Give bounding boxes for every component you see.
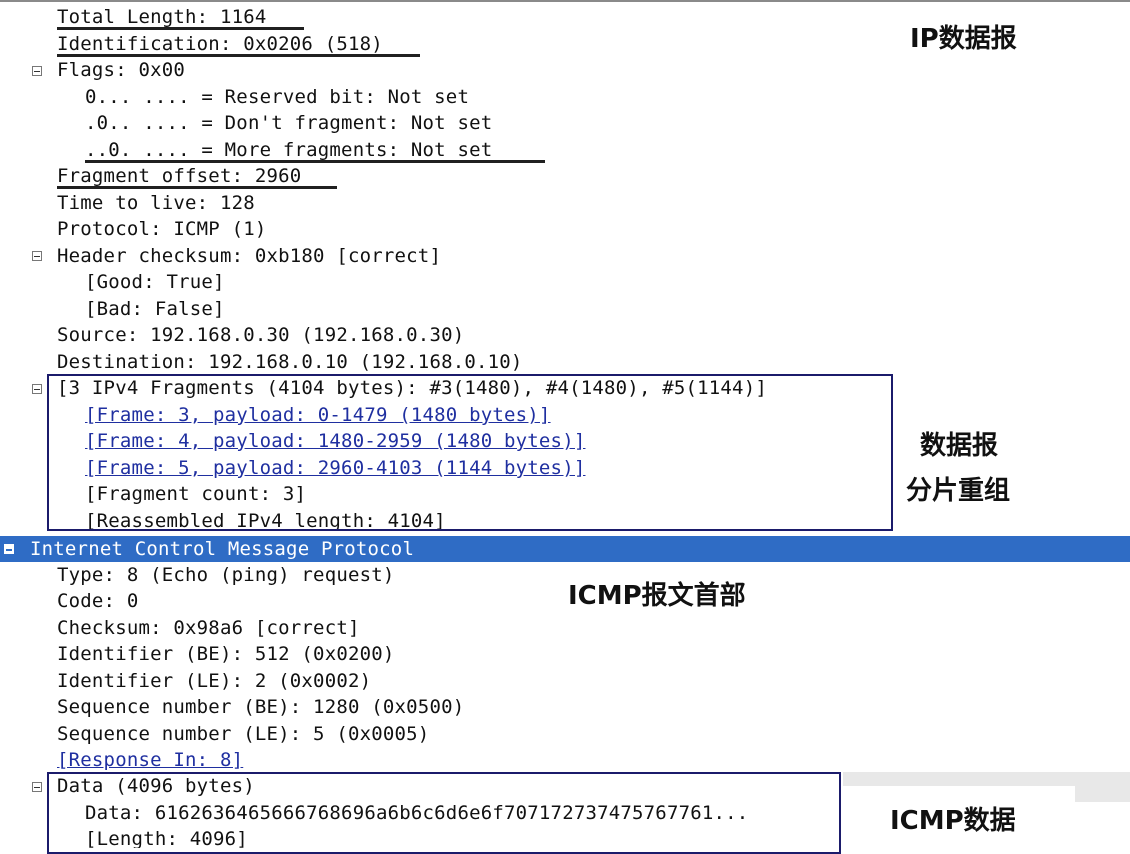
icmp-identifier-be[interactable]: Identifier (BE): 512 (0x0200) [57, 641, 395, 668]
icmp-protocol-label: Internet Control Message Protocol [30, 538, 415, 560]
icmp-sequence-le[interactable]: Sequence number (LE): 5 (0x0005) [57, 721, 429, 748]
underline-more-fragments [85, 160, 545, 163]
flag-dont-fragment[interactable]: .0.. .... = Don't fragment: Not set [85, 110, 492, 137]
flag-reserved-bit[interactable]: 0... .... = Reserved bit: Not set [85, 84, 469, 111]
fragments-collapse-icon[interactable] [32, 384, 42, 394]
icmp-identifier-le[interactable]: Identifier (LE): 2 (0x0002) [57, 668, 371, 695]
annotation-icmp-header: ICMP报文首部 [568, 581, 746, 611]
annotation-reassembly-line1: 数据报 [920, 431, 999, 461]
annotation-icmp-data: ICMP数据 [890, 806, 1016, 836]
ip-time-to-live[interactable]: Time to live: 128 [57, 190, 255, 217]
flags-collapse-icon[interactable] [32, 66, 42, 76]
data-collapse-icon[interactable] [32, 782, 42, 792]
underline-total-length [57, 27, 304, 30]
ip-protocol[interactable]: Protocol: ICMP (1) [57, 216, 267, 243]
response-in-link[interactable]: [Response In: 8] [57, 747, 243, 774]
checksum-bad[interactable]: [Bad: False] [85, 296, 225, 323]
checksum-collapse-icon[interactable] [32, 251, 42, 261]
underline-fragment-offset [57, 186, 337, 189]
icmp-checksum[interactable]: Checksum: 0x98a6 [correct] [57, 615, 360, 642]
icmp-type[interactable]: Type: 8 (Echo (ping) request) [57, 562, 395, 589]
underline-identification [57, 54, 420, 57]
icmp-collapse-icon[interactable] [4, 544, 14, 554]
annotation-ip-datagram: IP数据报 [910, 24, 1017, 54]
reassembly-highlight-box [47, 374, 893, 531]
icmp-protocol-row[interactable]: Internet Control Message Protocol [0, 536, 1130, 562]
icmp-sequence-be[interactable]: Sequence number (BE): 1280 (0x0500) [57, 694, 464, 721]
ip-destination[interactable]: Destination: 192.168.0.10 (192.168.0.10) [57, 349, 523, 376]
ip-source[interactable]: Source: 192.168.0.30 (192.168.0.30) [57, 322, 464, 349]
icmp-data-highlight-box [47, 772, 841, 854]
annotation-reassembly-line2: 分片重组 [906, 476, 1011, 506]
ip-header-checksum[interactable]: Header checksum: 0xb180 [correct] [57, 243, 441, 270]
checksum-good[interactable]: [Good: True] [85, 269, 225, 296]
ip-flags[interactable]: Flags: 0x00 [57, 57, 185, 84]
icmp-code[interactable]: Code: 0 [57, 588, 138, 615]
window-top-border [0, 0, 1130, 2]
